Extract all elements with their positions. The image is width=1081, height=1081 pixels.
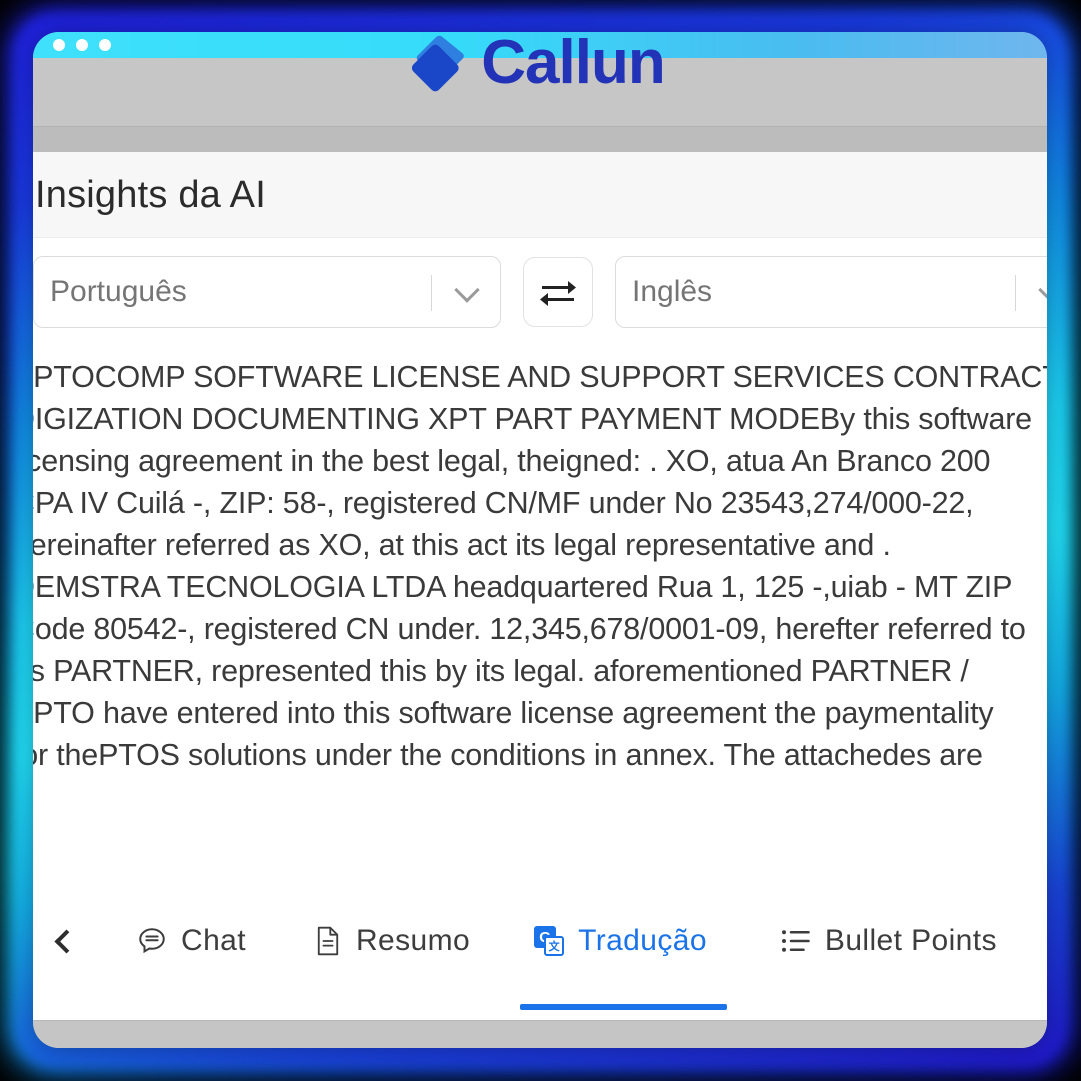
tab-chat-label: Chat: [181, 924, 246, 957]
tab-chat[interactable]: Chat: [121, 918, 262, 964]
window-minimize-dot[interactable]: [76, 39, 88, 51]
source-language-value: Português: [50, 275, 187, 308]
google-translate-icon: G 文: [534, 926, 565, 956]
browser-window: Callun Insights da AI Português Inglês X…: [33, 32, 1047, 1048]
app-header: Callun: [33, 32, 1047, 126]
swap-languages-button[interactable]: [523, 257, 593, 327]
doc-line: DEMSTRA TECNOLOGIA LTDA headquartered Ru…: [33, 570, 1013, 604]
diamond-logo-icon: [409, 34, 471, 94]
doc-line: as PARTNER, represented this by its lega…: [33, 654, 969, 688]
brand-logo[interactable]: Callun: [409, 32, 666, 97]
tab-resumo-label: Resumo: [355, 924, 471, 957]
list-icon: [781, 930, 810, 952]
app-subbar: [33, 126, 1047, 152]
tab-traducao[interactable]: G 文 Tradução: [518, 918, 727, 1010]
tab-traducao-label: Tradução: [578, 924, 707, 957]
source-language-select[interactable]: Português: [33, 256, 501, 328]
select-divider: [431, 275, 432, 311]
window-close-dot[interactable]: [53, 39, 65, 51]
chevron-down-icon[interactable]: [1040, 279, 1047, 301]
brand-name: Callun: [481, 32, 665, 97]
doc-line: Code 80542-, registered CN under. 12,345…: [33, 612, 1026, 646]
translated-document-text: XPTOCOMP SOFTWARE LICENSE AND SUPPORT SE…: [33, 342, 1047, 900]
doc-line: XPTO have entered into this software lic…: [33, 696, 994, 730]
doc-line: XPTOCOMP SOFTWARE LICENSE AND SUPPORT SE…: [33, 360, 1047, 394]
screenshot-stage: Callun Insights da AI Português Inglês X…: [0, 0, 1081, 1081]
chat-bubble-icon: [139, 928, 165, 954]
tab-underline: [520, 1004, 727, 1010]
gt-glyph: 文: [544, 936, 565, 956]
doc-line: for thePTOS solutions under the conditio…: [33, 738, 983, 772]
chevron-down-icon[interactable]: [456, 279, 478, 301]
target-language-select[interactable]: Inglês: [615, 256, 1047, 328]
swap-horizontal-icon: [540, 281, 576, 306]
language-selection-row: Português Inglês: [33, 238, 1047, 342]
doc-line: licensing agreement in the best legal, t…: [33, 444, 991, 478]
document-icon: [317, 926, 339, 956]
insights-tabbar: Chat Resumo G: [33, 900, 1047, 1020]
page-title: Insights da AI: [33, 152, 1047, 238]
doc-line: hereinafter referred as XO, at this act …: [33, 528, 891, 562]
select-divider: [1015, 275, 1016, 311]
window-maximize-dot[interactable]: [99, 39, 111, 51]
app-footer: [33, 1020, 1047, 1048]
tab-resumo[interactable]: Resumo: [298, 918, 486, 964]
doc-line: CPA IV Cuilá -, ZIP: 58-, registered CN/…: [33, 486, 974, 520]
insights-panel: Insights da AI Português Inglês XPTOCOMP…: [33, 152, 1047, 1020]
target-language-value: Inglês: [632, 275, 713, 308]
tab-bullet-points-label: Bullet Points: [824, 924, 997, 957]
tab-bullet-points[interactable]: Bullet Points: [765, 918, 1013, 964]
doc-line: DIGIZATION DOCUMENTING XPT PART PAYMENT …: [33, 402, 1032, 436]
chevron-left-icon[interactable]: [37, 918, 91, 964]
